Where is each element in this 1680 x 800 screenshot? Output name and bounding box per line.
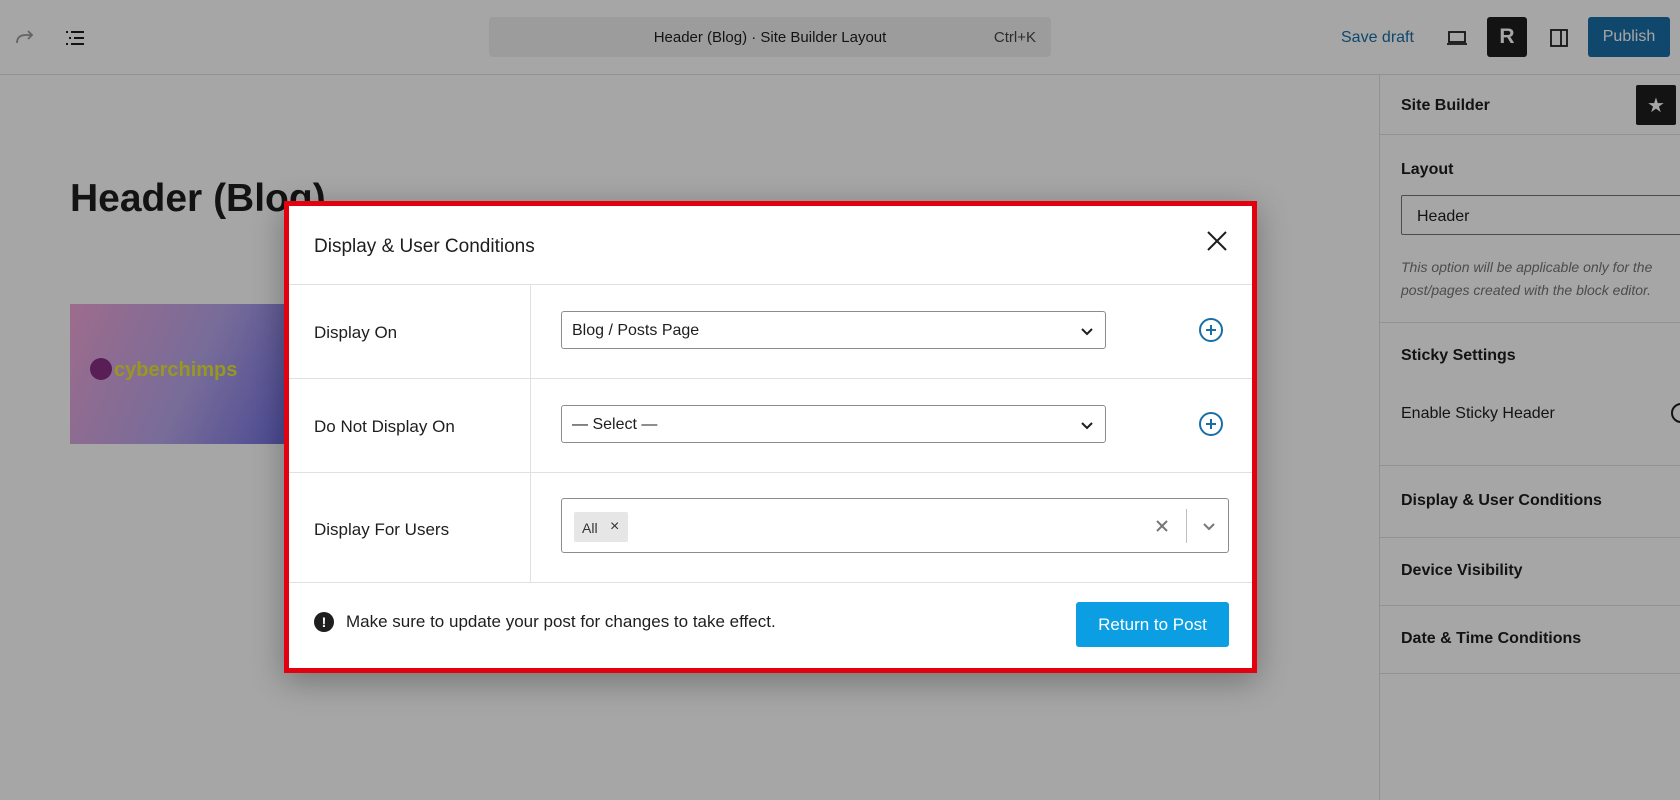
do-not-display-on-row: Do Not Display On — Select — [289,378,1252,472]
column-divider [530,379,531,472]
add-condition-icon[interactable] [1198,317,1224,343]
select-value: Blog / Posts Page [572,322,700,339]
do-not-display-on-select[interactable]: — Select — [561,405,1106,443]
users-multiselect[interactable]: All × [561,498,1229,553]
select-value: — Select — [572,416,658,433]
footer-divider [289,582,1252,583]
user-chip-all: All × [574,512,628,542]
chevron-down-icon [1081,422,1093,430]
display-for-users-label: Display For Users [314,520,450,539]
display-on-label: Display On [314,323,398,342]
chevron-down-icon [1081,328,1093,336]
column-divider [530,473,531,582]
display-on-row: Display On Blog / Posts Page [289,284,1252,378]
warning-icon: ! [314,612,334,632]
add-exclusion-icon[interactable] [1198,411,1224,437]
display-conditions-modal: Display & User Conditions Display On Blo… [284,201,1257,673]
chip-label: All [582,520,598,536]
close-icon[interactable] [1202,226,1232,256]
display-for-users-row: Display For Users All × [289,472,1252,582]
clear-selection-icon[interactable] [1150,514,1174,538]
footer-note: ! Make sure to update your post for chan… [314,612,776,632]
do-not-display-on-label: Do Not Display On [314,417,455,436]
return-to-post-button[interactable]: Return to Post [1076,602,1229,647]
separator [1186,509,1187,543]
chevron-down-icon[interactable] [1200,517,1218,535]
remove-chip-icon[interactable]: × [610,518,619,536]
footer-note-text: Make sure to update your post for change… [346,612,776,631]
column-divider [530,285,531,378]
modal-title: Display & User Conditions [314,236,535,257]
display-on-select[interactable]: Blog / Posts Page [561,311,1106,349]
